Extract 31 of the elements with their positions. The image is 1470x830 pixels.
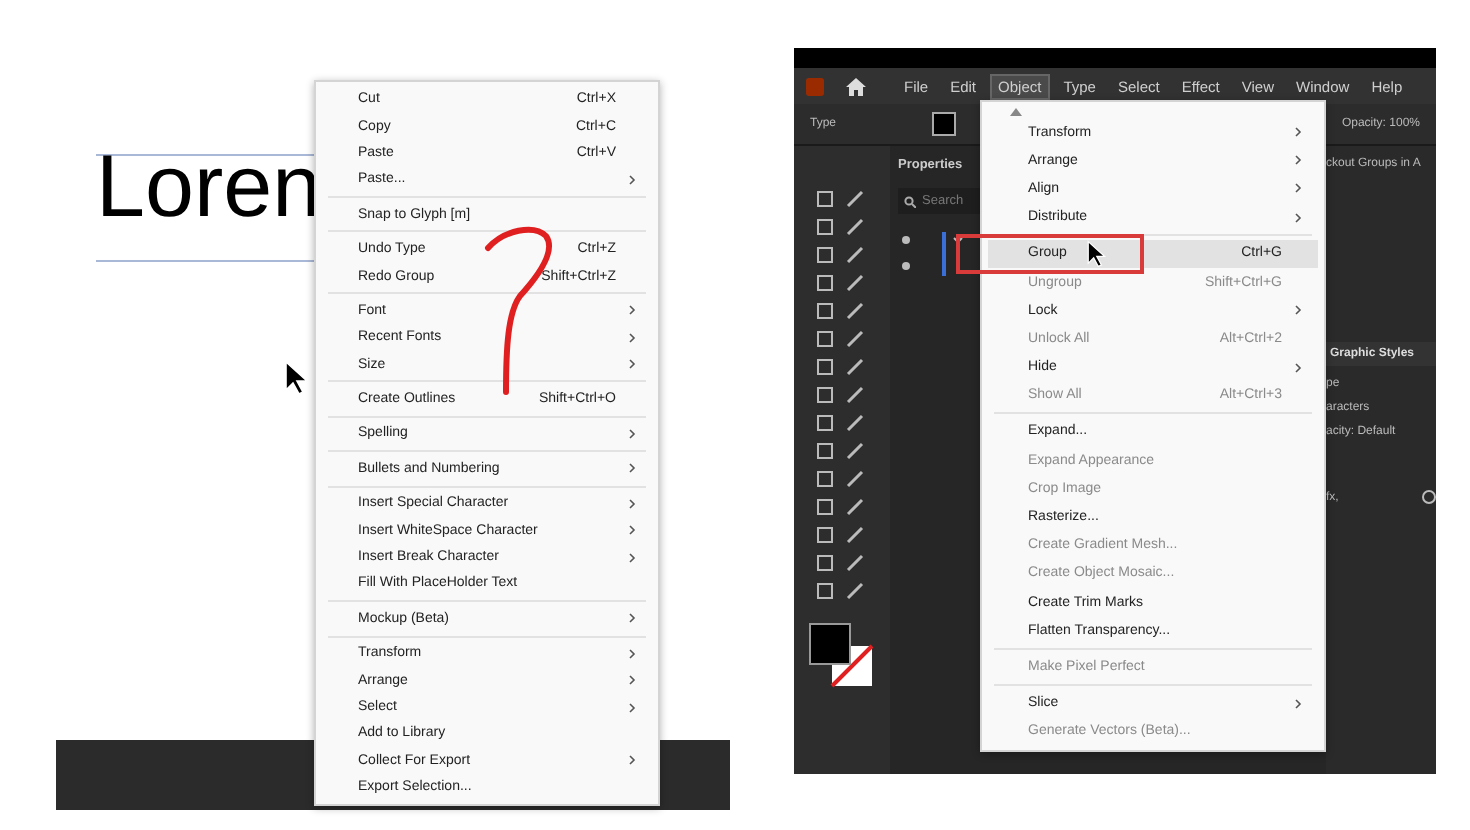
chevron-right-icon (628, 331, 636, 344)
chevron-right-icon (628, 551, 636, 564)
chevron-right-icon (628, 497, 636, 510)
layer-rows-drawing (898, 230, 968, 278)
chevron-right-icon (628, 674, 636, 687)
chevron-right-icon (1294, 126, 1302, 139)
chevron-right-icon (628, 173, 636, 186)
canvas-text: Loren (96, 136, 322, 240)
app-logo-icon (806, 77, 824, 95)
home-icon[interactable] (846, 77, 866, 95)
chevron-right-icon (628, 462, 636, 475)
fill-stroke-icon[interactable] (808, 622, 876, 690)
chevron-right-icon (1294, 697, 1302, 710)
circle-icon[interactable] (1422, 490, 1436, 504)
chevron-right-icon (1294, 211, 1302, 224)
chevron-right-icon (1294, 182, 1302, 195)
chevron-right-icon (628, 754, 636, 767)
chevron-right-icon (628, 612, 636, 625)
fill-swatch[interactable] (932, 112, 957, 136)
chevron-right-icon (628, 647, 636, 660)
chevron-right-icon (628, 304, 636, 317)
chevron-right-icon (628, 427, 636, 440)
chevron-right-icon (628, 358, 636, 371)
chevron-right-icon (1294, 361, 1302, 374)
chevron-right-icon (1294, 304, 1302, 317)
chevron-right-icon (1294, 154, 1302, 167)
search-icon (904, 195, 916, 207)
chevron-right-icon (628, 524, 636, 537)
mouse-pointer-icon (1084, 240, 1108, 268)
chevron-right-icon (628, 701, 636, 713)
mouse-pointer-icon (284, 360, 308, 396)
